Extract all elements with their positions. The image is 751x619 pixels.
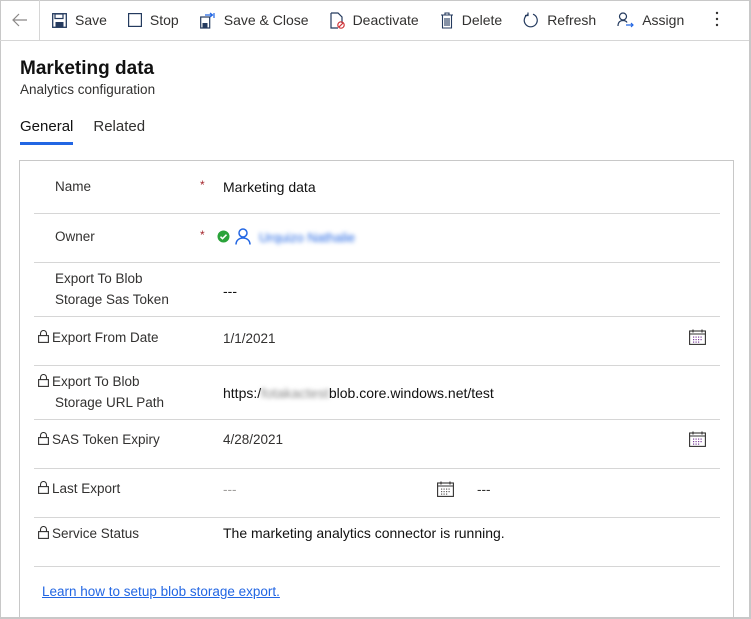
- save-close-label: Save & Close: [223, 12, 309, 28]
- lock-icon: [38, 374, 49, 387]
- lock-icon: [38, 526, 49, 539]
- name-input[interactable]: Marketing data: [223, 179, 316, 195]
- sas-token-label-line1: Export To Blob: [55, 271, 143, 286]
- sas-expiry-input[interactable]: 4/28/2021: [223, 432, 283, 447]
- sas-expiry-label-text: SAS Token Expiry: [52, 432, 160, 447]
- arrow-left-icon: [11, 13, 27, 27]
- url-path-label: Export To Blob Storage URL Path: [38, 371, 164, 413]
- url-path-input[interactable]: https:/fotakactestblob.core.windows.net/…: [223, 385, 494, 401]
- deactivate-icon: [329, 11, 345, 29]
- service-status-label: Service Status: [38, 523, 139, 544]
- learn-blob-export-link[interactable]: Learn how to setup blob storage export.: [42, 584, 280, 599]
- save-label: Save: [75, 12, 107, 28]
- sas-token-input[interactable]: ---: [223, 283, 237, 299]
- assign-button[interactable]: Assign: [605, 0, 693, 41]
- refresh-button[interactable]: Refresh: [511, 0, 605, 41]
- export-from-date-label-text: Export From Date: [52, 330, 159, 345]
- field-service-status: Service Status The marketing analytics c…: [34, 518, 720, 567]
- save-icon: [52, 12, 67, 28]
- export-from-date-input[interactable]: 1/1/2021: [223, 331, 276, 346]
- service-status-value: The marketing analytics connector is run…: [223, 525, 505, 541]
- owner-lookup-link[interactable]: Urquizo Nathalie: [259, 230, 355, 245]
- last-export-label: Last Export: [38, 478, 120, 499]
- delete-label: Delete: [461, 12, 503, 28]
- assign-icon: [617, 12, 635, 28]
- field-name: Name * Marketing data: [34, 161, 720, 214]
- owner-label: Owner: [55, 229, 95, 244]
- stop-label: Stop: [149, 12, 179, 28]
- sas-expiry-label: SAS Token Expiry: [38, 429, 160, 450]
- tab-general[interactable]: General: [20, 118, 74, 145]
- back-button[interactable]: [0, 0, 40, 41]
- field-sas-expiry: SAS Token Expiry 4/28/2021: [34, 420, 720, 469]
- lock-icon: [38, 432, 49, 445]
- deactivate-label: Deactivate: [352, 12, 419, 28]
- person-icon: [235, 228, 251, 248]
- last-export-date-input[interactable]: ---: [223, 482, 237, 497]
- last-export-time-input[interactable]: ---: [477, 482, 491, 497]
- calendar-icon[interactable]: [689, 431, 706, 450]
- save-close-icon: [199, 12, 215, 29]
- url-prefix: https:/: [223, 385, 262, 401]
- page-subtitle: Analytics configuration: [20, 82, 156, 97]
- delete-button[interactable]: Delete: [428, 0, 511, 41]
- field-url-path: Export To Blob Storage URL Path https:/f…: [34, 366, 720, 420]
- stop-button[interactable]: Stop: [116, 0, 188, 41]
- tab-related[interactable]: Related: [93, 118, 145, 145]
- url-path-label-line1: Export To Blob: [52, 374, 140, 389]
- field-last-export: Last Export --- ---: [34, 469, 720, 518]
- required-indicator: *: [200, 178, 205, 192]
- sas-token-label-line2: Storage Sas Token: [55, 292, 169, 307]
- export-from-date-label: Export From Date: [38, 327, 159, 348]
- name-label: Name: [55, 179, 92, 194]
- url-suffix: blob.core.windows.net/test: [328, 385, 494, 401]
- service-status-label-text: Service Status: [52, 526, 140, 541]
- url-path-label-line2: Storage URL Path: [55, 395, 165, 410]
- deactivate-button[interactable]: Deactivate: [318, 0, 428, 41]
- last-export-label-text: Last Export: [52, 481, 121, 496]
- page-title: Marketing data: [20, 58, 155, 79]
- sas-token-label: Export To Blob Storage Sas Token: [55, 268, 169, 310]
- resolved-check-icon: [217, 230, 230, 246]
- save-close-button[interactable]: Save & Close: [188, 0, 318, 41]
- stop-icon: [127, 13, 142, 27]
- field-owner: Owner * Urquizo Nathalie: [34, 214, 720, 263]
- calendar-icon[interactable]: [437, 481, 454, 500]
- assign-label: Assign: [642, 12, 685, 28]
- command-bar: Save Stop Save & Close Deactivate Delete…: [0, 0, 749, 41]
- field-export-from-date: Export From Date 1/1/2021: [34, 317, 720, 366]
- delete-icon: [440, 11, 453, 29]
- lock-icon: [38, 481, 49, 494]
- tab-list: General Related: [20, 118, 165, 145]
- refresh-label: Refresh: [547, 12, 597, 28]
- lock-icon: [38, 330, 49, 343]
- url-hidden-segment: fotakactest: [261, 385, 329, 401]
- refresh-icon: [523, 12, 539, 28]
- calendar-icon[interactable]: [689, 329, 706, 348]
- field-sas-token: Export To Blob Storage Sas Token ---: [34, 263, 720, 317]
- required-indicator: *: [200, 228, 205, 242]
- more-vertical-icon: [716, 11, 719, 26]
- save-button[interactable]: Save: [40, 0, 116, 41]
- general-section: Name * Marketing data Owner * Urquizo Na…: [19, 160, 734, 619]
- more-commands-button[interactable]: [701, 11, 733, 30]
